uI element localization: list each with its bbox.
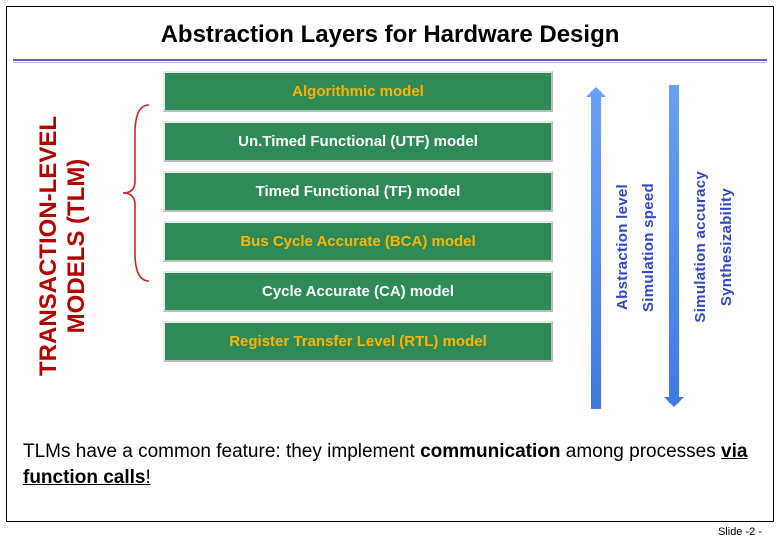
model-box-utf: Un.Timed Functional (UTF) model: [163, 121, 553, 162]
slide-number: Slide -2 -: [718, 526, 762, 538]
label-synthesizability: Synthesizability: [718, 188, 735, 306]
tlm-line2: MODELS (TLM): [63, 81, 91, 411]
tlm-vertical-label: TRANSACTION-LEVEL MODELS (TLM): [35, 81, 91, 411]
label-simulation-speed: Simulation speed: [640, 183, 657, 312]
footer-pre: TLMs have a common feature: they impleme…: [23, 441, 420, 462]
diagram-area: TRANSACTION-LEVEL MODELS (TLM) Algorithm…: [13, 71, 767, 431]
model-box-algorithmic: Algorithmic model: [163, 71, 553, 112]
footer-post: !: [145, 467, 150, 488]
divider: [13, 59, 767, 63]
label-simulation-accuracy: Simulation accuracy: [692, 171, 709, 323]
curly-bracket-icon: [121, 103, 151, 283]
footer-mid: among processes: [560, 441, 721, 462]
model-box-rtl: Register Transfer Level (RTL) model: [163, 321, 553, 362]
tlm-line1: TRANSACTION-LEVEL: [35, 116, 62, 376]
label-abstraction-level: Abstraction level: [614, 184, 631, 310]
arrow-down-icon: [661, 81, 687, 413]
footer-bold1: communication: [420, 441, 560, 462]
model-box-ca: Cycle Accurate (CA) model: [163, 271, 553, 312]
slide-frame: Abstraction Layers for Hardware Design T…: [6, 6, 774, 522]
right-arrow-group: Abstraction level Simulation speed Simul…: [583, 81, 753, 413]
down-labels: Simulation accuracy Synthesizability: [687, 81, 739, 413]
footer-caption: TLMs have a common feature: they impleme…: [23, 439, 757, 490]
model-box-bca: Bus Cycle Accurate (BCA) model: [163, 221, 553, 262]
model-box-tf: Timed Functional (TF) model: [163, 171, 553, 212]
model-box-stack: Algorithmic model Un.Timed Functional (U…: [163, 71, 553, 362]
up-labels: Abstraction level Simulation speed: [609, 81, 661, 413]
arrow-up-icon: [583, 81, 609, 413]
page-title: Abstraction Layers for Hardware Design: [7, 7, 773, 59]
